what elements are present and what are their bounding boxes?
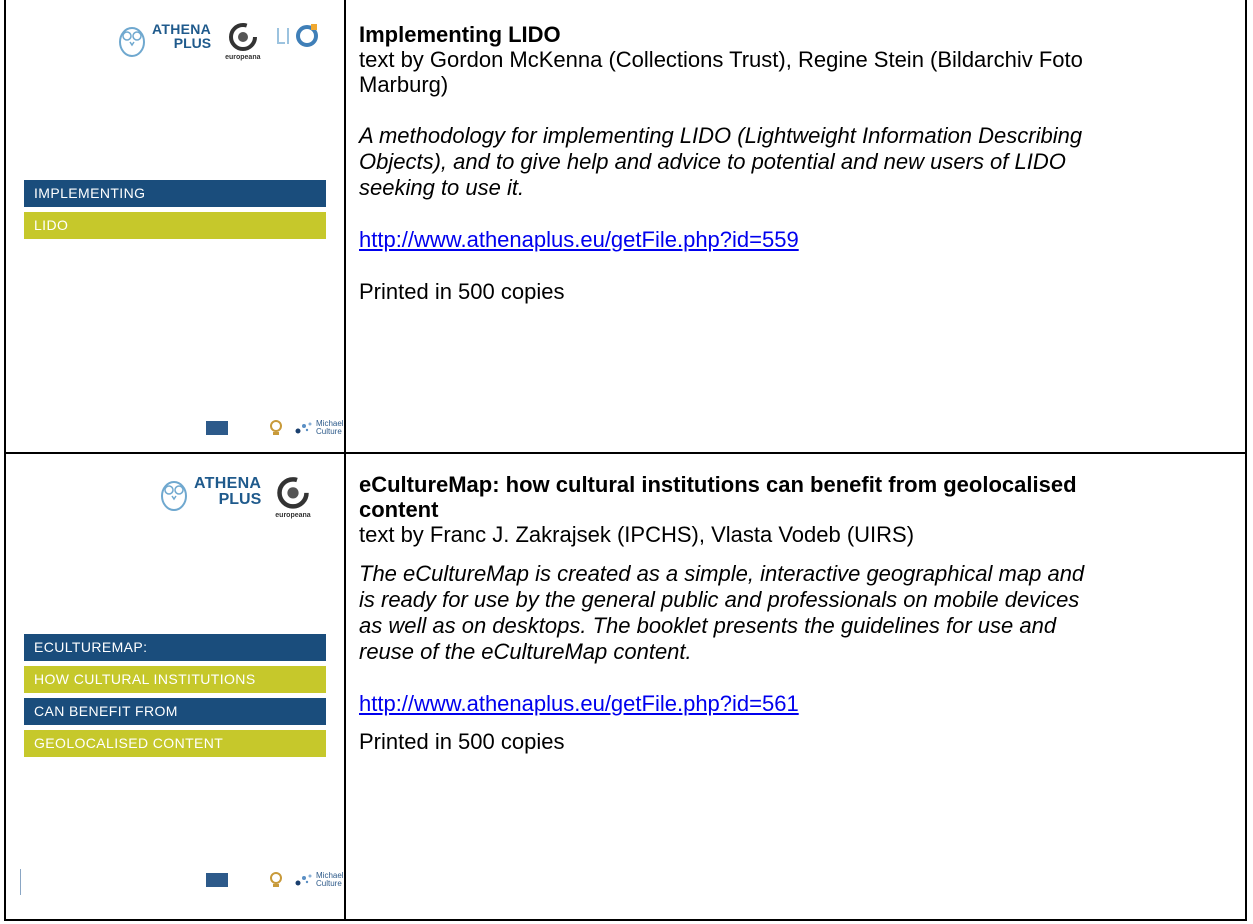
cover-top-logos: ATHENA PLUS europeana [158,476,311,520]
michael-culture-logo: Michael Culture [295,872,344,888]
europeana-logo: europeana [275,476,311,520]
entry-text-2: eCultureMap: how cultural institutions c… [346,454,1245,919]
athena-name: ATHENA [152,21,212,37]
owl-icon [161,481,187,511]
cover-band-1: IMPLEMENTING [24,180,326,207]
entry-description-line3: as well as on desktops. The booklet pres… [359,613,1057,638]
cover-band-2: HOW CULTURAL INSTITUTIONS [24,666,326,693]
europeana-label: europeana [225,54,261,61]
entry-description-line2: Objects), and to give help and advice to… [359,149,1066,174]
medallion-icon [270,420,282,435]
entry-description-line2: is ready for use by the general public a… [359,587,1080,612]
owl-icon [119,27,145,57]
michael-line2: Culture [316,879,342,888]
entry-authors: text by Franc J. Zakrajsek (IPCHS), Vlas… [359,522,915,547]
cover-top-logos: ATHENA PLUS europeana [116,22,319,62]
europeana-icon [277,477,309,509]
entry-title-line1: eCultureMap: how cultural institutions c… [359,472,1077,497]
entry-title-line2: content [359,497,439,522]
entry-print-run: Printed in 500 copies [359,729,565,754]
athena-plus-logo: ATHENA PLUS [116,22,211,58]
cover-band-2: LIDO [24,212,326,239]
medallion-icon [270,872,282,887]
michael-dots-icon [295,422,312,434]
athena-plus-logo: ATHENA PLUS [158,476,261,512]
athena-name: ATHENA [194,475,262,492]
athena-plus: PLUS [218,491,262,508]
cover-eculturemap: ATHENA PLUS europeana ECULTUREMAP: HOW C… [6,454,346,919]
athena-plus: PLUS [173,35,212,51]
entry-download-link[interactable]: http://www.athenaplus.eu/getFile.php?id=… [359,691,799,717]
table-row: ATHENA PLUS europeana IMPLEMENTING LIDO … [6,0,1245,454]
entry-description-line1: A methodology for implementing LIDO (Lig… [359,123,1083,148]
entry-description-line3: seeking to use it. [359,175,525,200]
michael-line2: Culture [316,427,342,436]
entry-print-run: Printed in 500 copies [359,279,565,304]
entry-download-link[interactable]: http://www.athenaplus.eu/getFile.php?id=… [359,227,799,253]
cover-band-1: ECULTUREMAP: [24,634,326,661]
entry-authors-line2: Marburg) [359,72,449,97]
cover-bottom-logos: Michael Culture [206,872,344,888]
table-row: ATHENA PLUS europeana ECULTUREMAP: HOW C… [6,454,1245,919]
cover-band-3: CAN BENEFIT FROM [24,698,326,725]
lido-logo-icon [276,24,318,47]
mibact-logo [206,421,257,435]
michael-culture-logo: Michael Culture [295,420,344,436]
mibact-logo [206,873,257,887]
cover-edge-mark [20,869,21,895]
europeana-logo: europeana [225,22,261,62]
europeana-label: europeana [275,512,311,519]
entry-title: Implementing LIDO [359,22,561,47]
entry-authors-line1: text by Gordon McKenna (Collections Trus… [359,47,1083,72]
michael-dots-icon [295,874,312,886]
entry-description-line4: reuse of the eCultureMap content. [359,639,692,664]
cover-implementing-lido: ATHENA PLUS europeana IMPLEMENTING LIDO … [6,0,346,452]
booklet-table: ATHENA PLUS europeana IMPLEMENTING LIDO … [4,0,1247,921]
cover-band-4: GEOLOCALISED CONTENT [24,730,326,757]
entry-description-line1: The eCultureMap is created as a simple, … [359,561,1085,586]
cover-bottom-logos: Michael Culture [206,420,344,436]
europeana-icon [228,23,257,51]
entry-text-1: Implementing LIDO text by Gordon McKenna… [346,0,1245,452]
